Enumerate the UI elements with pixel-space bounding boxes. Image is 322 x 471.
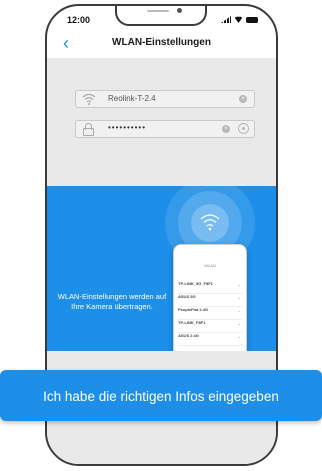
clear-password-icon[interactable]: ×	[222, 125, 230, 133]
mini-network-row: PeopleFlat 2.4G ◔	[178, 307, 242, 320]
page-title: WLAN-Einstellungen	[112, 37, 211, 48]
phone-illustration: WLAN TP-LINK_5G_F8F1 ◔ ASUS 5G ◔ PeopleFla…	[173, 244, 247, 351]
wifi-status-icon	[234, 16, 243, 23]
battery-icon	[246, 16, 258, 23]
mini-network-row: ASUS 5G ◔	[178, 294, 242, 307]
mini-header: WLAN	[204, 263, 216, 268]
show-password-icon[interactable]	[238, 123, 249, 134]
nav-bar: ‹ WLAN-Einstellungen	[47, 32, 276, 58]
info-text: WLAN-Einstellungen werden auf Ihre Kamer…	[57, 292, 167, 311]
camera-dot	[177, 8, 182, 13]
phone-notch	[115, 6, 207, 26]
status-icons	[221, 16, 258, 23]
signal-icon	[221, 16, 231, 23]
lock-icon	[82, 123, 96, 136]
password-field[interactable]: •••••••••• ×	[75, 120, 255, 138]
password-value: ••••••••••	[108, 123, 147, 132]
wifi-broadcast-icon	[200, 214, 220, 231]
status-time: 12:00	[67, 15, 91, 25]
mini-network-row: TP-LINK_5G_F8F1 ◔	[178, 281, 242, 294]
mini-network-row: TP-LINK_F8F1 ◔	[178, 320, 242, 333]
confirm-info-button[interactable]: Ich habe die richtigen Infos eingegeben	[0, 370, 322, 421]
clear-ssid-icon[interactable]: ×	[239, 95, 247, 103]
ssid-field[interactable]: Reolink-T-2.4 ×	[75, 90, 255, 108]
info-banner: WLAN-Einstellungen werden auf Ihre Kamer…	[47, 186, 276, 351]
speaker-grille	[147, 10, 169, 12]
mini-network-row: ASUS 2.4G ◔	[178, 333, 242, 346]
mini-network-list: TP-LINK_5G_F8F1 ◔ ASUS 5G ◔ PeopleFlat 2.4…	[178, 281, 242, 346]
wifi-icon	[82, 93, 96, 105]
ssid-value: Reolink-T-2.4	[108, 94, 156, 103]
